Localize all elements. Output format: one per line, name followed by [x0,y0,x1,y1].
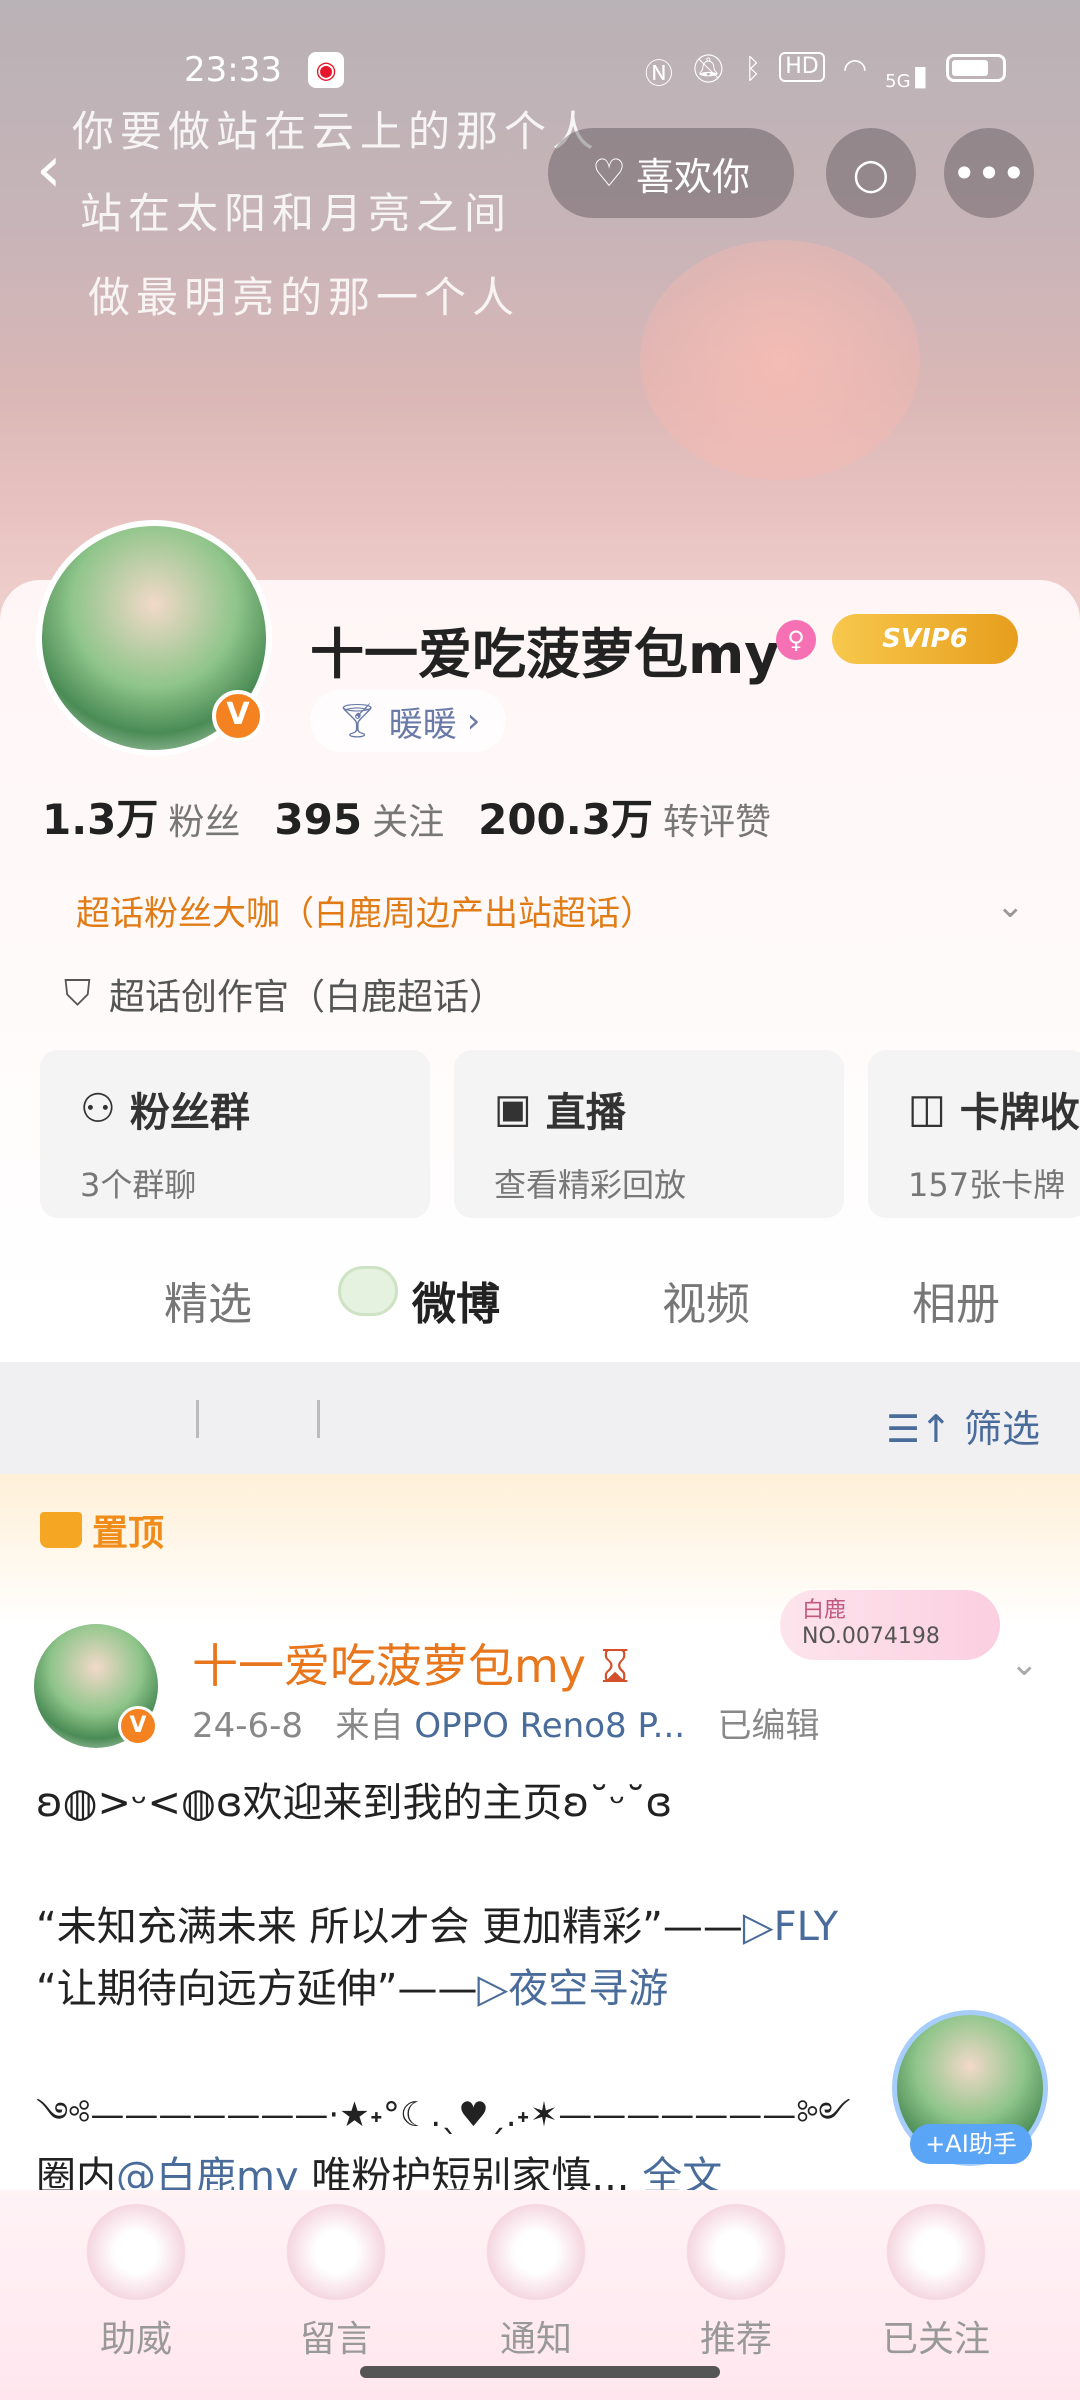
creator-label: 超话创作官（白鹿超话） [109,977,506,1018]
shield-icon: ⛉ [64,973,92,1014]
battery-icon [946,54,1006,82]
profile-name: 十一爱吃菠萝包my [310,623,780,686]
tab-featured[interactable]: 精选 [164,1268,252,1332]
status-icons: Ⓝ 🔕︎ ᛒ HD ◠ 5G ▮ [645,52,1006,92]
filter-button[interactable]: ☰↑ 筛选 [886,1398,1040,1453]
clock: 23:33 [184,50,282,90]
like-button-label: 喜欢你 [636,154,751,199]
ghost-illustration [640,240,920,480]
sort-icon: ☰↑ [885,1407,952,1451]
feature-tiles: ⚇ 粉丝群 3个群聊 ▣ 直播 查看精彩回放 ◫ 卡牌收 157张卡牌 [40,1050,1080,1218]
home-indicator[interactable] [360,2366,720,2378]
tab-video[interactable]: 视频 [662,1268,750,1332]
chevron-down-icon[interactable]: ⌄ [996,886,1025,926]
tab-weibo[interactable]: 微博 [412,1268,500,1332]
nav-notify[interactable]: 通知 [466,2310,606,2362]
nav-cheer[interactable]: 助威 [66,2310,206,2362]
filter-bar: ☰↑ 筛选 [0,1362,1080,1474]
profile-tabs: 精选 微博 视频 相册 [0,1226,1080,1356]
more-icon: ••• [951,148,1027,198]
tile-fan-group[interactable]: ⚇ 粉丝群 3个群聊 [40,1050,430,1218]
post-text: ʚ◍>ᵕ<◍ɞ欢迎来到我的主页ʚ˘ᵕ˘ɞ “未知充满未来 所以才会 更加精彩”—… [36,1780,851,2200]
5g-signal-icon: 5G ▮ [885,59,928,92]
svip-badge[interactable]: SVIP6 [832,614,1018,664]
tile-cards[interactable]: ◫ 卡牌收 157张卡牌 [868,1050,1080,1218]
nav-followed[interactable]: 已关注 [866,2310,1006,2362]
post-meta: 24-6-8 来自 OPPO Reno8 P... 已编辑 [192,1706,820,1746]
notify-icon [486,2204,586,2300]
filter-placeholder [196,1400,320,1438]
creator-title[interactable]: ⛉ 超话创作官（白鹿超话） [64,968,505,1020]
recommend-icon [686,2204,786,2300]
hd-icon: HD [779,52,825,82]
crown-icon [40,1512,82,1548]
stat-following[interactable]: 395 关注 [274,793,444,845]
nav-recommend[interactable]: 推荐 [666,2310,806,2362]
search-button[interactable]: ○ [826,128,916,218]
post-author[interactable]: 十一爱吃菠萝包my ⌛︎ [192,1630,630,1696]
tile-live[interactable]: ▣ 直播 查看精彩回放 [454,1050,844,1218]
back-icon[interactable]: ‹ [36,138,76,202]
cover-text: 你要做站在云上的那个人 [72,107,601,156]
post-edited: 已编辑 [717,1706,820,1746]
cloud-icon [338,1266,398,1316]
tv-icon: ▣ [494,1086,532,1132]
nav-message[interactable]: 留言 [266,2310,406,2362]
tag-button[interactable]: 🍸︎ 暖暖 › [310,690,506,752]
post-date: 24-6-8 [192,1706,304,1746]
bluetooth-icon: ᛒ [744,52,762,85]
status-bar: 23:33 ◉ Ⓝ 🔕︎ ᛒ HD ◠ 5G ▮ [0,40,1080,100]
stat-likes[interactable]: 200.3万 转评赞 [478,786,771,847]
group-icon: ⚇ [80,1086,116,1132]
search-icon: ○ [852,148,890,198]
verified-badge: V [212,690,264,742]
tag-label: 暖暖 [388,704,457,745]
stat-fans[interactable]: 1.3万 粉丝 [42,786,240,847]
profile-page: 你要做站在云上的那个人 站在太阳和月亮之间 做最明亮的那一个人 23:33 ◉ … [0,0,1080,2400]
cheer-icon [86,2204,186,2300]
more-button[interactable]: ••• [944,128,1034,218]
post-link[interactable]: ▷FLY [743,1904,838,1950]
verified-badge: V [118,1706,158,1746]
like-button[interactable]: ♡ 喜欢你 [548,128,794,218]
mute-icon: 🔕︎ [690,52,727,85]
followed-icon [886,2204,986,2300]
weibo-icon: ◉ [308,52,344,88]
wifi-icon: ◠ [842,52,868,85]
post-source: OPPO Reno8 P... [414,1706,686,1746]
post-link[interactable]: ▷夜空寻游 [477,1966,668,2012]
message-icon [286,2204,386,2300]
superfan-title[interactable]: 超话粉丝大咖（白鹿周边产出站超话） [76,886,654,935]
fan-number-badge[interactable]: 白鹿 NO.0074198 [780,1590,1000,1660]
hourglass-icon: ⌛︎ [600,1639,630,1693]
profile-stats: 1.3万 粉丝 395 关注 200.3万 转评赞 [42,786,771,847]
nfc-icon: Ⓝ [644,57,673,90]
chevron-down-icon[interactable]: ⌄ [1010,1644,1039,1684]
tab-album[interactable]: 相册 [912,1268,1000,1332]
heart-hand-icon: ♡ [591,151,627,195]
cover-text: 站在太阳和月亮之间 [80,189,513,238]
chevron-right-icon: › [466,701,481,741]
cocktail-icon: 🍸︎ [335,701,379,741]
ai-assistant-button[interactable]: +AI助手 [910,2124,1032,2164]
card-icon: ◫ [908,1086,946,1132]
cover-text: 做最明亮的那一个人 [88,273,521,322]
pinned-label: 置顶 [92,1513,165,1554]
female-icon: ♀ [776,620,816,660]
